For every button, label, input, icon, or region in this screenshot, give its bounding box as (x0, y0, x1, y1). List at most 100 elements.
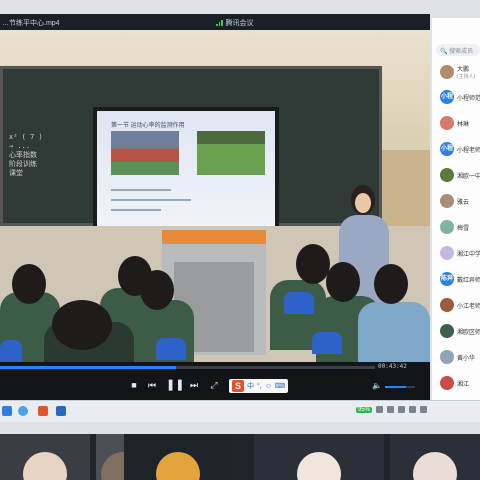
blackboard: x² ( 7 ) → ... 心率指数 阶段训练 课堂 第一节 运动心率的监测作… (0, 66, 382, 263)
ime-item[interactable]: ⌨ (275, 382, 285, 390)
ime-item[interactable]: ☺ (265, 383, 272, 390)
participant-text: 小程老师 (457, 145, 480, 154)
ime-item[interactable]: °, (257, 383, 262, 390)
participant-name: 戴红异师 (457, 277, 480, 284)
prev-icon[interactable]: ⏮ (146, 380, 158, 390)
participant-item[interactable]: 湘欧区师 (440, 324, 480, 338)
pause-icon[interactable]: ❚❚ (166, 380, 184, 391)
slide-text-line (111, 189, 171, 191)
system-tray: 95% (356, 406, 428, 413)
participant-text: 湘江中学 (457, 249, 480, 258)
participant-avatar: 小程 (440, 142, 454, 156)
participant-item[interactable]: 小江老师 (440, 298, 480, 312)
participant-avatar (440, 350, 454, 364)
tile-teacher[interactable] (0, 434, 90, 480)
participant-name: 小程老师 (457, 147, 480, 154)
network-icon[interactable] (387, 406, 395, 413)
volume-fill (385, 386, 406, 388)
progress-fill (0, 366, 177, 369)
tile-avatar (413, 452, 457, 480)
tile-girl[interactable] (390, 434, 480, 480)
participant-text: 湘欧一中 (457, 171, 480, 180)
participant-item[interactable]: 大鹏 (主持人) (440, 64, 480, 80)
browser-icon[interactable] (18, 406, 28, 416)
slide-photo-track (111, 131, 179, 175)
slide-title: 第一节 运动心率的监测作用 (111, 123, 185, 129)
participant-name: 雅云 (457, 199, 470, 206)
shield-icon[interactable] (409, 406, 417, 413)
participant-role: (主持人) (457, 74, 476, 80)
tile-avatar (297, 452, 341, 480)
time-readout: 00:43:42 (378, 363, 407, 370)
wechat-icon[interactable] (376, 406, 384, 413)
meeting-status: 腾讯会议 (216, 18, 254, 28)
participant-avatar (440, 376, 454, 390)
word-icon[interactable] (56, 406, 66, 416)
participant-item[interactable]: 林琳 (440, 116, 480, 130)
sogou-logo-icon: S (232, 380, 244, 392)
participant-item[interactable]: 梅雪 (440, 220, 480, 234)
participant-name: 湘江 (457, 381, 470, 388)
slide-photo-field (197, 131, 265, 175)
speaker-icon[interactable] (398, 406, 406, 413)
video-file-name: …节练平中心.mp4 (2, 20, 60, 27)
fullscreen-icon[interactable]: ⤢ (208, 380, 220, 390)
next-icon[interactable]: ⏭ (188, 380, 200, 390)
participant-item[interactable]: 小程 小程老师 (440, 142, 480, 156)
participant-name: 黄小华 (457, 355, 476, 362)
tile-avatar (156, 452, 200, 480)
ime-toolbar[interactable]: S 中 °, ☺ ⌨ (229, 379, 289, 393)
participant-text: 大鹏 (主持人) (457, 64, 475, 80)
ime-item[interactable]: 中 (247, 381, 254, 391)
participant-name: 梅雪 (457, 225, 470, 232)
notification-icon[interactable] (420, 406, 428, 413)
participant-text: 小江老师 (457, 301, 480, 310)
participant-avatar (440, 324, 454, 338)
participant-avatar: 小程 (440, 90, 454, 104)
participant-name: 湘江中学 (457, 251, 480, 258)
member-search-input[interactable]: 🔍 搜索成员 (436, 44, 480, 56)
slide-text-line (111, 209, 161, 211)
progress-bar[interactable] (0, 366, 375, 369)
participant-name: 大鹏 (457, 67, 470, 73)
signal-icon (216, 20, 223, 26)
participant-text: 湘江 (457, 379, 469, 388)
participant-avatar (440, 220, 454, 234)
participant-text: 黄小华 (457, 353, 475, 362)
participant-item[interactable]: 湘欧一中 (440, 168, 480, 182)
participant-text: 戴红异师 (457, 275, 480, 284)
participant-name: 小程师范 (457, 95, 480, 102)
stop-icon[interactable]: ■ (128, 380, 140, 390)
participant-name: 林琳 (457, 121, 470, 128)
participant-name: 小江老师 (457, 303, 480, 310)
volume-icon[interactable]: 🔈 (372, 381, 382, 390)
participant-name: 湘欧区师 (457, 329, 480, 336)
participant-avatar (440, 65, 454, 79)
participant-avatar (440, 116, 454, 130)
participant-item[interactable]: 小程 小程师范 (440, 90, 480, 104)
start-icon[interactable] (2, 406, 12, 416)
participant-item[interactable]: 黄小华 (440, 350, 480, 364)
participant-avatar (440, 298, 454, 312)
video-tiles (0, 434, 480, 480)
participant-text: 雅云 (457, 197, 469, 206)
participant-item[interactable]: 陈异 戴红异师 (440, 272, 480, 286)
tile-cartoon[interactable] (254, 434, 384, 480)
participant-avatar (440, 194, 454, 208)
participant-item[interactable]: 雅云 (440, 194, 480, 208)
participant-panel: 🔍 搜索成员 大鹏 (主持人) 小程 小程师范 林琳 小程 小程老师 湘欧一中 雅云 梅雪 湘江中学… (431, 18, 480, 400)
participant-item[interactable]: 湘江 (440, 376, 480, 390)
tile-candle[interactable] (124, 434, 232, 480)
volume-slider[interactable] (385, 386, 415, 388)
player-controls: 00:43:42 ■ ⏮ ❚❚ ⏭ ⤢ S 中 °, ☺ ⌨ 🔈 (0, 362, 430, 400)
meeting-label: 腾讯会议 (225, 20, 254, 27)
video-title-bar: …节练平中心.mp4 腾讯会议 (0, 14, 430, 30)
screen: …节练平中心.mp4 腾讯会议 x² ( 7 ) → ... 心率指数 阶段训练… (0, 0, 480, 480)
board-writing: x² ( 7 ) → ... 心率指数 阶段训练 课堂 (9, 133, 43, 177)
participant-text: 林琳 (457, 119, 469, 128)
participant-avatar: 陈异 (440, 272, 454, 286)
participant-avatar (440, 168, 454, 182)
shared-video[interactable]: x² ( 7 ) → ... 心率指数 阶段训练 课堂 第一节 运动心率的监测作… (0, 30, 430, 362)
participant-item[interactable]: 湘江中学 (440, 246, 480, 260)
ppt-icon[interactable] (38, 406, 48, 416)
